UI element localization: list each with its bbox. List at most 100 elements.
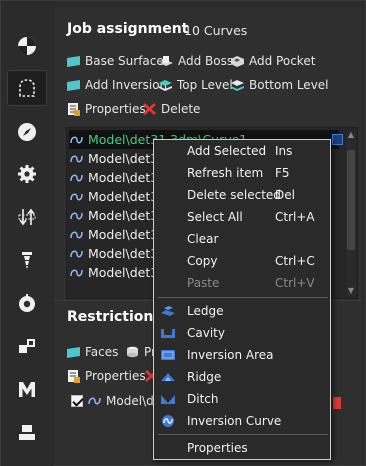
menu-label: Clear [187, 232, 219, 246]
restriction-checkbox[interactable] [71, 395, 83, 407]
tool-cutter[interactable] [7, 242, 47, 278]
tool-stock[interactable] [7, 414, 47, 450]
inversion-area-icon [161, 350, 175, 360]
bottom-level-icon [231, 80, 244, 91]
inversion-icon [67, 80, 80, 91]
boss-icon [160, 56, 173, 66]
menu-item-clear[interactable]: Clear [154, 228, 330, 250]
ridge-icon [161, 373, 175, 381]
tool-coordinate-system[interactable] [7, 28, 47, 64]
curve-icon [70, 212, 83, 219]
top-level-icon [159, 80, 172, 91]
bottom-level-button[interactable]: Bottom Level [230, 78, 329, 92]
curve-icon [70, 193, 83, 200]
menu-item-inversion-curve[interactable]: Inversion Curve [154, 410, 330, 432]
menu-item-delete-selected[interactable]: Delete selected Del [154, 184, 330, 206]
tool-feed[interactable] [7, 285, 47, 321]
pocket-icon [231, 56, 244, 67]
menu-item-copy[interactable]: Copy Ctrl+C [154, 250, 330, 272]
left-toolbar [1, 1, 53, 466]
list-scrollbar[interactable]: ▲ ▼ [346, 130, 356, 296]
menu-separator [158, 297, 328, 298]
cylinder-icon [127, 346, 138, 358]
tool-links[interactable] [7, 328, 47, 364]
menu-shortcut: Ctrl+C [275, 254, 315, 268]
curve-icon [88, 397, 101, 405]
scroll-up-icon[interactable]: ▲ [346, 130, 356, 140]
menu-label: Delete selected [187, 188, 281, 202]
panel-title: Job assignment [67, 21, 189, 37]
base-surface-button[interactable]: Base Surface [66, 54, 164, 68]
tool-settings[interactable] [7, 156, 47, 192]
menu-item-ridge[interactable]: Ridge [154, 366, 330, 388]
menu-label: Select All [187, 210, 243, 224]
menu-label: Ledge [187, 304, 224, 318]
add-pocket-button[interactable]: Add Pocket [230, 54, 315, 68]
curve-icon [70, 250, 83, 257]
menu-item-ditch[interactable]: Ditch [154, 388, 330, 410]
restrictions-title: Restrictions [67, 309, 162, 325]
gear-icon [18, 165, 36, 183]
menu-item-select-all[interactable]: Select All Ctrl+A [154, 206, 330, 228]
compass-icon [18, 123, 36, 141]
menu-label: Ditch [187, 392, 219, 406]
restriction-properties-button[interactable]: Properties [66, 369, 146, 383]
tool-direction[interactable] [7, 199, 47, 235]
faces-button[interactable]: Faces [66, 345, 118, 359]
top-level-button[interactable]: Top Level [158, 78, 233, 92]
application-window: Job assignment 10 Curves Base Surface Ad… [0, 0, 366, 466]
delete-x-icon [143, 103, 156, 115]
menu-label: Inversion Area [187, 348, 274, 362]
menu-shortcut: Ctrl+A [275, 210, 315, 224]
menu-label: Refresh item [187, 166, 264, 180]
menu-item-properties[interactable]: Properties [154, 437, 330, 459]
tool-job-assignment[interactable] [7, 70, 47, 106]
target-disc-icon [18, 37, 36, 55]
link-boxes-icon [19, 339, 35, 353]
tool-machine[interactable] [7, 371, 47, 407]
menu-item-inversion-area[interactable]: Inversion Area [154, 344, 330, 366]
properties-button[interactable]: Properties [66, 102, 146, 116]
properties-icon [68, 370, 80, 383]
restriction-second-button[interactable]: Pr [125, 345, 156, 359]
menu-label: Add Selected [187, 144, 267, 158]
tool-compass[interactable] [7, 114, 47, 150]
bottom-level-label: Bottom Level [249, 78, 329, 92]
faces-icon [67, 347, 80, 358]
curve-icon [70, 174, 83, 181]
menu-item-refresh-item[interactable]: Refresh item F5 [154, 162, 330, 184]
menu-item-cavity[interactable]: Cavity [154, 322, 330, 344]
menu-separator [158, 434, 328, 435]
dashed-shape-icon [19, 79, 35, 97]
menu-label: Cavity [187, 326, 225, 340]
base-surface-label: Base Surface [85, 54, 164, 68]
inversion-curve-icon [162, 415, 174, 427]
menu-shortcut: F5 [275, 166, 290, 180]
restriction-item-label: Model\d [106, 394, 154, 408]
menu-shortcut: Ins [275, 144, 293, 158]
arrows-updown-icon [18, 208, 36, 226]
properties-icon [68, 103, 80, 116]
menu-item-paste[interactable]: Paste Ctrl+V [154, 272, 330, 294]
add-inversion-label: Add Inversion [85, 78, 168, 92]
stack-block-icon [19, 425, 35, 440]
faces-label: Faces [85, 345, 119, 359]
curve-icon [70, 231, 83, 238]
menu-label: Paste [187, 276, 220, 290]
curve-icon [70, 269, 83, 276]
menu-shortcut: Del [275, 188, 295, 202]
delete-label: Delete [161, 102, 201, 116]
scroll-thumb[interactable] [347, 150, 355, 250]
add-pocket-label: Add Pocket [249, 54, 316, 68]
red-marker-icon [333, 397, 341, 409]
delete-button[interactable]: Delete [142, 102, 200, 116]
curve-icon [70, 155, 83, 162]
scroll-down-icon[interactable]: ▼ [346, 286, 356, 296]
restriction-item[interactable]: Model\d [71, 394, 154, 408]
menu-item-add-selected[interactable]: Add Selected Ins [154, 140, 330, 162]
menu-item-ledge[interactable]: Ledge [154, 300, 330, 322]
add-boss-button[interactable]: Add Boss [159, 54, 233, 68]
ditch-icon [161, 395, 175, 404]
add-inversion-button[interactable]: Add Inversion [66, 78, 167, 92]
menu-label: Copy [187, 254, 218, 268]
